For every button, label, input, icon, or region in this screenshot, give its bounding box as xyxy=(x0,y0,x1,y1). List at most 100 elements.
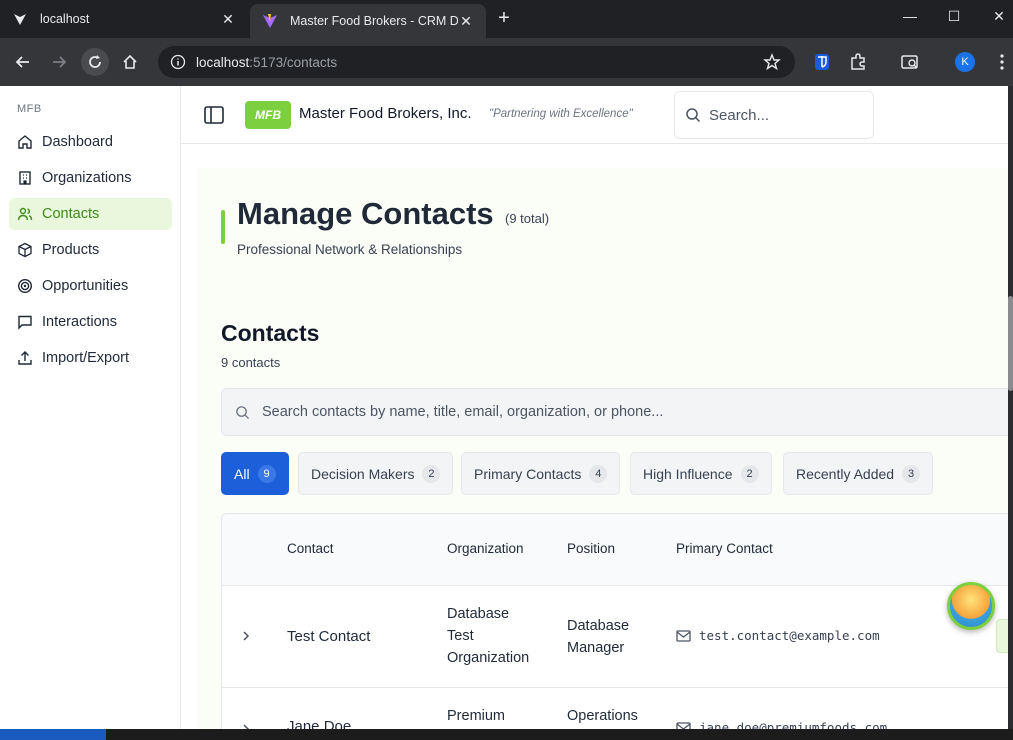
contacts-count: 9 contacts xyxy=(221,355,281,370)
tab-search-icon[interactable] xyxy=(900,52,920,72)
filter-high-influence[interactable]: High Influence 2 xyxy=(630,452,772,495)
global-search-input[interactable]: Search... xyxy=(674,91,874,139)
sidebar-item-dashboard[interactable]: Dashboard xyxy=(9,126,172,158)
minimize-icon[interactable]: — xyxy=(895,8,925,30)
company-name: Master Food Brokers, Inc. xyxy=(299,105,472,122)
sidebar: MFB Dashboard Organizations Contacts Pro… xyxy=(0,86,181,729)
table-header: Contact Organization Position Primary Co… xyxy=(222,514,1008,586)
message-square-icon xyxy=(18,315,32,330)
filter-count: 4 xyxy=(589,464,608,483)
sidebar-item-interactions[interactable]: Interactions xyxy=(9,306,172,338)
sidebar-item-organizations[interactable]: Organizations xyxy=(9,162,172,194)
table-row[interactable]: Jane Doe Premium Operations jane.doe@pre… xyxy=(222,689,1008,729)
address-bar[interactable]: localhost:5173/contacts xyxy=(158,46,795,78)
position-line: Database xyxy=(567,618,630,634)
page-subtitle: Professional Network & Relationships xyxy=(237,242,463,257)
status-badge xyxy=(996,619,1008,653)
vite-favicon-icon xyxy=(263,14,277,28)
column-header-primary-contact[interactable]: Primary Contact xyxy=(676,541,773,556)
column-header-contact[interactable]: Contact xyxy=(287,541,334,556)
contact-email[interactable]: jane.doe@premiumfoods.com xyxy=(676,720,887,729)
filter-label: High Influence xyxy=(643,465,733,482)
title-accent-bar xyxy=(221,210,225,244)
mail-icon xyxy=(676,721,691,729)
contact-organization[interactable]: Database Test Organization xyxy=(447,603,529,669)
position-line: Operations xyxy=(567,708,638,724)
table-row[interactable]: Test Contact Database Test Organization … xyxy=(222,587,1008,688)
package-icon xyxy=(18,242,32,258)
filter-label: Decision Makers xyxy=(311,465,415,482)
page-scrollbar[interactable] xyxy=(1008,86,1013,729)
browser-tab-crm[interactable]: Master Food Brokers - CRM Dashboard ✕ xyxy=(250,4,486,38)
global-search-placeholder: Search... xyxy=(709,106,770,124)
scrollbar-thumb[interactable] xyxy=(1008,296,1013,391)
browser-menu-icon[interactable] xyxy=(992,52,1012,72)
search-icon xyxy=(686,108,701,123)
sidebar-item-import-export[interactable]: Import/Export xyxy=(9,342,172,374)
os-taskbar xyxy=(0,729,1013,740)
filter-decision-makers[interactable]: Decision Makers 2 xyxy=(298,452,454,495)
contact-position: Operations xyxy=(567,705,638,727)
building-icon xyxy=(19,171,31,185)
bitwarden-extension-icon[interactable] xyxy=(812,52,832,72)
column-header-organization[interactable]: Organization xyxy=(447,541,524,556)
search-icon xyxy=(236,405,250,419)
filter-count: 3 xyxy=(902,464,921,483)
back-icon[interactable] xyxy=(9,48,37,76)
sidebar-item-opportunities[interactable]: Opportunities xyxy=(9,270,172,302)
contacts-search-input[interactable]: Search contacts by name, title, email, o… xyxy=(221,388,1008,436)
filter-label: Recently Added xyxy=(796,465,895,482)
position-line: Manager xyxy=(567,640,625,656)
chevron-right-icon[interactable] xyxy=(240,630,252,642)
sidebar-toggle-icon[interactable] xyxy=(203,104,225,126)
browser-toolbar: localhost:5173/contacts K xyxy=(0,38,1013,86)
forward-icon[interactable] xyxy=(45,48,73,76)
taskbar-active-app[interactable] xyxy=(0,729,106,740)
maximize-icon[interactable]: ☐ xyxy=(939,8,969,30)
sidebar-item-contacts[interactable]: Contacts xyxy=(9,198,172,230)
sidebar-group-label: MFB xyxy=(17,103,42,115)
column-header-position[interactable]: Position xyxy=(567,541,615,556)
new-tab-icon[interactable]: + xyxy=(494,8,514,29)
mail-icon xyxy=(676,629,691,642)
sidebar-item-label: Products xyxy=(42,242,100,258)
url-host: localhost xyxy=(196,54,250,70)
filter-primary-contacts[interactable]: Primary Contacts 4 xyxy=(461,452,621,495)
reload-icon[interactable] xyxy=(81,48,109,76)
browser-tab-localhost[interactable]: localhost ✕ xyxy=(0,0,248,38)
sidebar-item-label: Dashboard xyxy=(42,134,113,150)
organization-line: Test xyxy=(447,628,474,644)
url-text: localhost:5173/contacts xyxy=(196,55,337,70)
home-browser-icon[interactable] xyxy=(116,48,144,76)
contact-name[interactable]: Test Contact xyxy=(287,626,370,648)
assistant-avatar-button[interactable] xyxy=(947,582,995,630)
organization-line: Organization xyxy=(447,650,530,666)
company-tagline: "Partnering with Excellence" xyxy=(489,108,633,120)
url-path: :5173/contacts xyxy=(249,54,338,70)
sidebar-item-label: Organizations xyxy=(42,170,132,186)
company-logo: MFB xyxy=(245,101,291,129)
filter-count: 2 xyxy=(740,464,759,483)
sidebar-item-label: Opportunities xyxy=(42,278,129,294)
bookmark-star-icon[interactable] xyxy=(763,53,781,71)
app-viewport: MFB Dashboard Organizations Contacts Pro… xyxy=(0,86,1008,729)
contact-name[interactable]: Jane Doe xyxy=(287,716,351,729)
contact-organization[interactable]: Premium xyxy=(447,705,505,727)
tab-title: Master Food Brokers - CRM Dashboard xyxy=(290,14,458,28)
sidebar-item-label: Import/Export xyxy=(42,350,130,366)
contact-email[interactable]: test.contact@example.com xyxy=(676,628,880,643)
sidebar-item-products[interactable]: Products xyxy=(9,234,172,266)
close-window-icon[interactable]: ✕ xyxy=(984,8,1013,30)
profile-avatar[interactable]: K xyxy=(955,52,975,72)
filter-recently-added[interactable]: Recently Added 3 xyxy=(783,452,934,495)
extensions-puzzle-icon[interactable] xyxy=(848,52,868,72)
close-tab-icon[interactable]: ✕ xyxy=(220,11,236,28)
site-info-icon[interactable] xyxy=(170,54,186,70)
contacts-search-placeholder: Search contacts by name, title, email, o… xyxy=(262,404,664,420)
close-tab-icon[interactable]: ✕ xyxy=(458,13,474,30)
total-count: (9 total) xyxy=(505,211,550,226)
filter-all[interactable]: All 9 xyxy=(221,452,289,495)
main-content: Manage Contacts (9 total) Professional N… xyxy=(197,168,1008,729)
email-text: jane.doe@premiumfoods.com xyxy=(699,720,888,729)
filter-label: Primary Contacts xyxy=(474,465,582,482)
